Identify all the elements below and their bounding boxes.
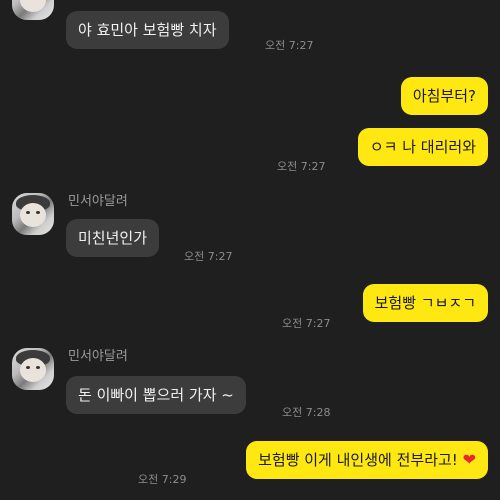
message-text: 미친년인가 [78,229,148,247]
message-text: 돈 이빠이 뽑으러 가자 ~ [78,386,234,404]
sender-avatar[interactable] [12,0,54,20]
sender-name: 민서야달려 [68,194,128,209]
message-text: 보험빵 ㄱㅂㅈㄱ [374,294,476,312]
chat-room: 야 효민아 보험빵 치자 오전 7:27 아침부터? ㅇㅋ 나 대리러와 오전 … [0,0,500,500]
heart-emoji-icon: ❤ [462,450,476,469]
outgoing-message-bubble[interactable]: ㅇㅋ 나 대리러와 [357,128,488,166]
message-text: 보험빵 이게 내인생에 전부라고! [258,451,458,469]
message-timestamp: 오전 7:28 [282,406,331,419]
incoming-message-bubble[interactable]: 미친년인가 [66,219,160,257]
incoming-message-bubble[interactable]: 돈 이빠이 뽑으러 가자 ~ [66,376,246,414]
message-text: ㅇㅋ 나 대리러와 [369,138,476,156]
sender-name: 민서야달려 [68,349,128,364]
message-timestamp: 오전 7:29 [138,473,187,486]
outgoing-message-bubble[interactable]: 보험빵 이게 내인생에 전부라고! ❤ [246,441,488,479]
outgoing-message-bubble[interactable]: 보험빵 ㄱㅂㅈㄱ [362,284,488,322]
message-timestamp: 오전 7:27 [277,160,326,173]
sender-avatar[interactable] [12,193,54,235]
message-timestamp: 오전 7:27 [184,250,233,263]
sender-avatar[interactable] [12,348,54,390]
message-timestamp: 오전 7:27 [282,317,331,330]
outgoing-message-bubble[interactable]: 아침부터? [400,77,488,115]
incoming-message-bubble[interactable]: 야 효민아 보험빵 치자 [66,11,229,49]
message-text: 아침부터? [412,87,476,105]
message-text: 야 효민아 보험빵 치자 [78,21,217,39]
message-timestamp: 오전 7:27 [265,39,314,52]
